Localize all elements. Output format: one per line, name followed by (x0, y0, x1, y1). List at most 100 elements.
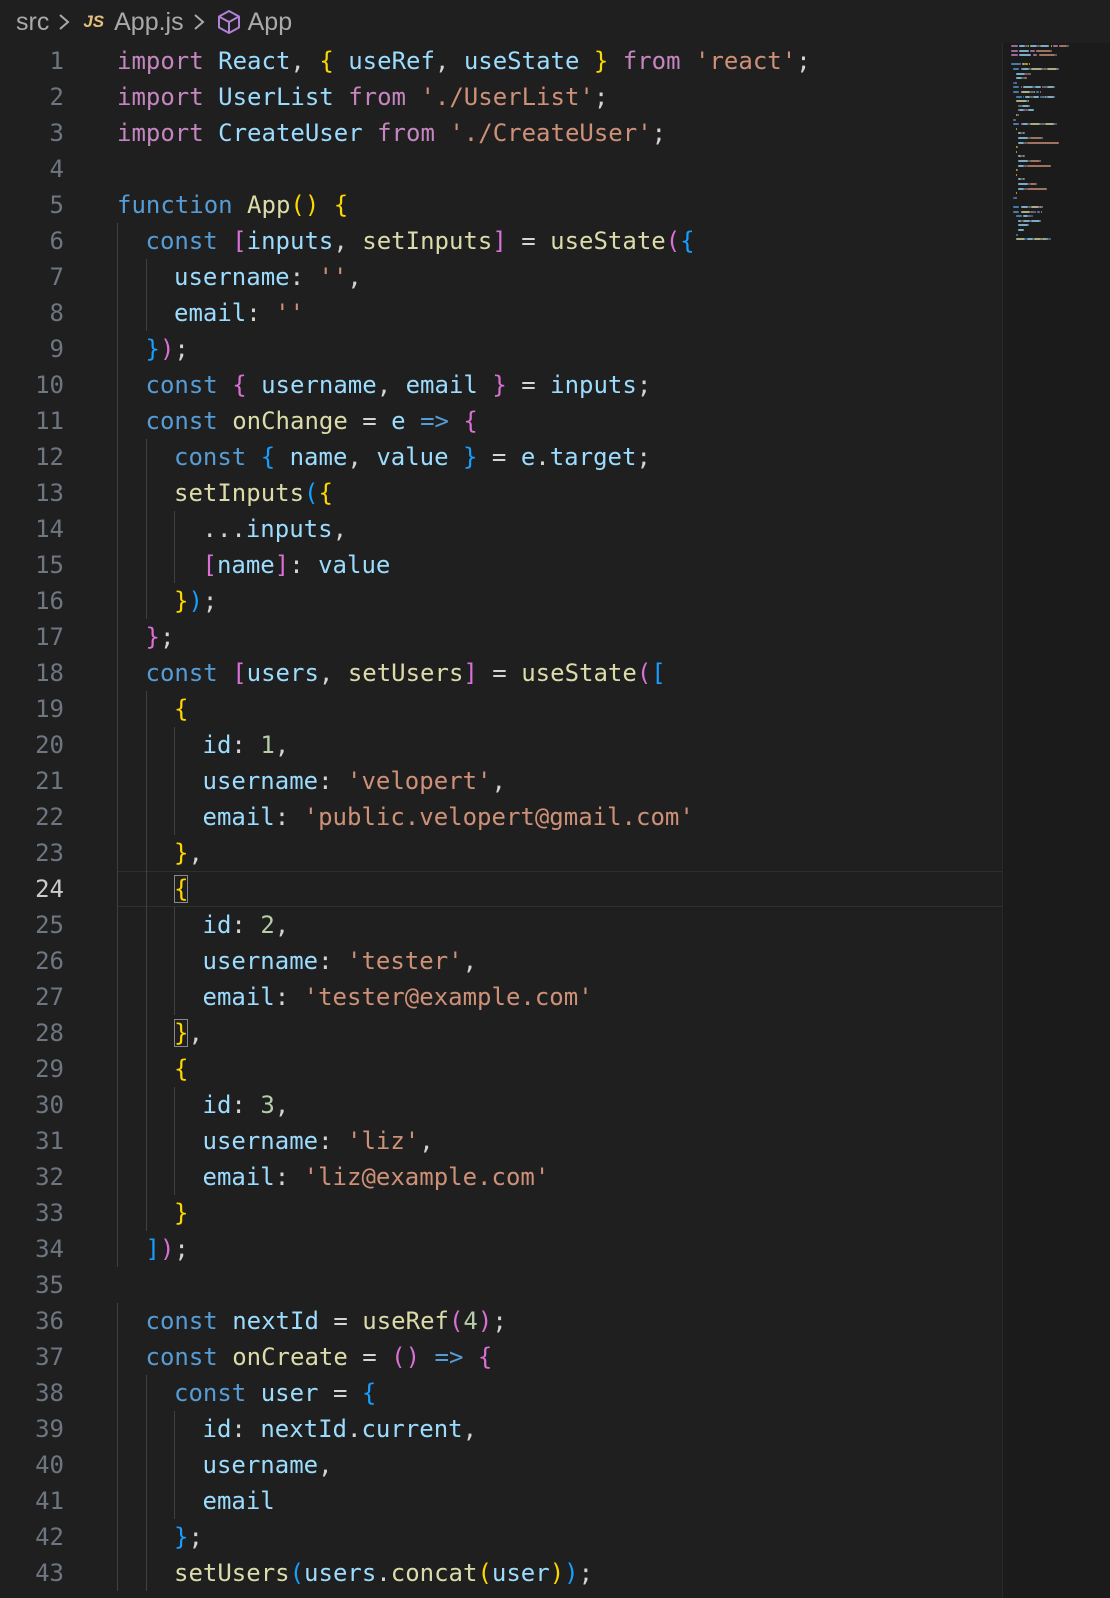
code-line[interactable]: 29 { (0, 1051, 1002, 1087)
code-line[interactable]: 27 email: 'tester@example.com' (0, 979, 1002, 1015)
code-line[interactable]: 40 username, (0, 1447, 1002, 1483)
code-line[interactable]: 30 id: 3, (0, 1087, 1002, 1123)
code-line[interactable]: 38 const user = { (0, 1375, 1002, 1411)
code-line[interactable]: 41 email (0, 1483, 1002, 1519)
code-line[interactable]: 3 import CreateUser from './CreateUser'; (0, 115, 1002, 151)
minimap-token (1020, 206, 1028, 208)
line-number: 29 (35, 1055, 64, 1083)
minimap-token (1021, 104, 1029, 107)
code-text: id: 3, (203, 1087, 290, 1123)
code-line[interactable]: 36 const nextId = useRef(4); (0, 1303, 1002, 1339)
code-token: = (477, 659, 522, 687)
code-line[interactable]: 28}, (0, 1015, 1002, 1051)
code-line[interactable]: 19 { (0, 691, 1002, 727)
indent-guide (145, 295, 147, 331)
code-line[interactable]: 4 (0, 151, 1002, 187)
code-token: email (202, 983, 275, 1011)
code-line[interactable]: 11 const onChange = e => { (0, 403, 1002, 439)
code-line[interactable]: 43 setUsers(users.concat(user)); (0, 1555, 1002, 1591)
line-number: 35 (35, 1271, 64, 1299)
code-token: 'react' (695, 47, 797, 75)
indent-guide (117, 835, 118, 871)
indent-guide (145, 691, 147, 727)
minimap-token (1030, 72, 1032, 75)
code-text: ...inputs, (203, 511, 348, 547)
code-line[interactable]: 9}); (0, 331, 1002, 367)
code-line[interactable]: 20 id: 1, (0, 727, 1002, 763)
code-line[interactable]: 6 const [inputs, setInputs] = useState({ (0, 223, 1002, 259)
code-line[interactable]: 10 const { username, email } = inputs; (0, 367, 1002, 403)
code-line[interactable]: 1 import React, { useRef, useState } from… (0, 43, 1002, 79)
code-token: = (506, 371, 551, 399)
code-line[interactable]: 8 email: '' (0, 295, 1002, 331)
indent-guide (174, 907, 175, 943)
code-line[interactable]: 21 username: 'velopert', (0, 763, 1002, 799)
indent-guide (145, 1015, 147, 1051)
code-token: . (376, 1559, 391, 1587)
breadcrumb-symbol[interactable]: App (248, 8, 292, 37)
code-line[interactable]: 5 function App() { (0, 187, 1002, 223)
code-line[interactable]: 14 ...inputs, (0, 511, 1002, 547)
code-token: , (188, 839, 203, 867)
code-line[interactable]: 31 username: 'liz', (0, 1123, 1002, 1159)
indent-guide (174, 943, 175, 979)
code-line[interactable]: 39 id: nextId.current, (0, 1411, 1002, 1447)
code-token: import (117, 119, 204, 147)
code-token: ( (289, 1559, 305, 1587)
chevron-right-icon (57, 12, 71, 32)
breadcrumb-file[interactable]: App.js (114, 8, 183, 37)
indent-guide (145, 1123, 147, 1159)
code-line[interactable]: 23}, (0, 835, 1002, 871)
code-line[interactable]: 18 const [users, setUsers] = useState([ (0, 655, 1002, 691)
minimap-token (1047, 68, 1057, 70)
code-line[interactable]: 13 setInputs({ (0, 475, 1002, 511)
minimap-token (1018, 160, 1028, 162)
minimap-token (1049, 238, 1051, 241)
code-line[interactable]: 37 const onCreate = () => { (0, 1339, 1002, 1375)
minimap-token (1030, 160, 1040, 162)
code-line[interactable]: 15 [name]: value (0, 547, 1002, 583)
code-token: } (593, 47, 609, 75)
minimap-token (1039, 45, 1050, 47)
minimap-token (1030, 123, 1040, 126)
indent-guide (174, 1159, 175, 1195)
code-line[interactable]: 12 const { name, value } = e.target; (0, 439, 1002, 475)
line-number: 27 (35, 983, 64, 1011)
minimap[interactable] (1002, 43, 1110, 1598)
code-line[interactable]: 25 id: 2, (0, 907, 1002, 943)
code-line[interactable]: 32 email: 'liz@example.com' (0, 1159, 1002, 1195)
code-editor[interactable]: 1 import React, { useRef, useState } from… (0, 43, 1002, 1598)
indent-guide (117, 583, 118, 619)
code-token: : (318, 947, 347, 975)
code-text: { (174, 871, 189, 907)
code-line[interactable]: 26 username: 'tester', (0, 943, 1002, 979)
symbol-cube-icon (216, 9, 242, 35)
minimap-token (1025, 63, 1028, 66)
code-line[interactable]: 42}; (0, 1519, 1002, 1555)
minimap-token (1059, 45, 1068, 47)
code-token: , (376, 371, 406, 399)
code-line[interactable]: 33} (0, 1195, 1002, 1231)
code-line[interactable]: 35 (0, 1267, 1002, 1303)
code-line[interactable]: 16}); (0, 583, 1002, 619)
code-token: 'liz@example.com' (303, 1163, 550, 1191)
code-line[interactable]: 7 username: '', (0, 259, 1002, 295)
code-line[interactable]: 22 email: 'public.velopert@gmail.com' (0, 799, 1002, 835)
breadcrumb-folder[interactable]: src (16, 8, 49, 37)
minimap-token (1024, 77, 1027, 80)
code-line[interactable]: 34]); (0, 1231, 1002, 1267)
code-line[interactable]: 17}; (0, 619, 1002, 655)
code-token: const (145, 1307, 218, 1335)
indent-guide (174, 763, 175, 799)
code-token: username (174, 263, 290, 291)
code-token: } (145, 335, 160, 363)
minimap-token (1035, 86, 1041, 89)
code-line[interactable]: 24 { (0, 871, 1002, 907)
code-text: { (174, 1051, 188, 1087)
indent-guide (117, 1015, 118, 1051)
indent-guide (145, 979, 147, 1015)
code-line[interactable]: 2 import UserList from './UserList'; (0, 79, 1002, 115)
